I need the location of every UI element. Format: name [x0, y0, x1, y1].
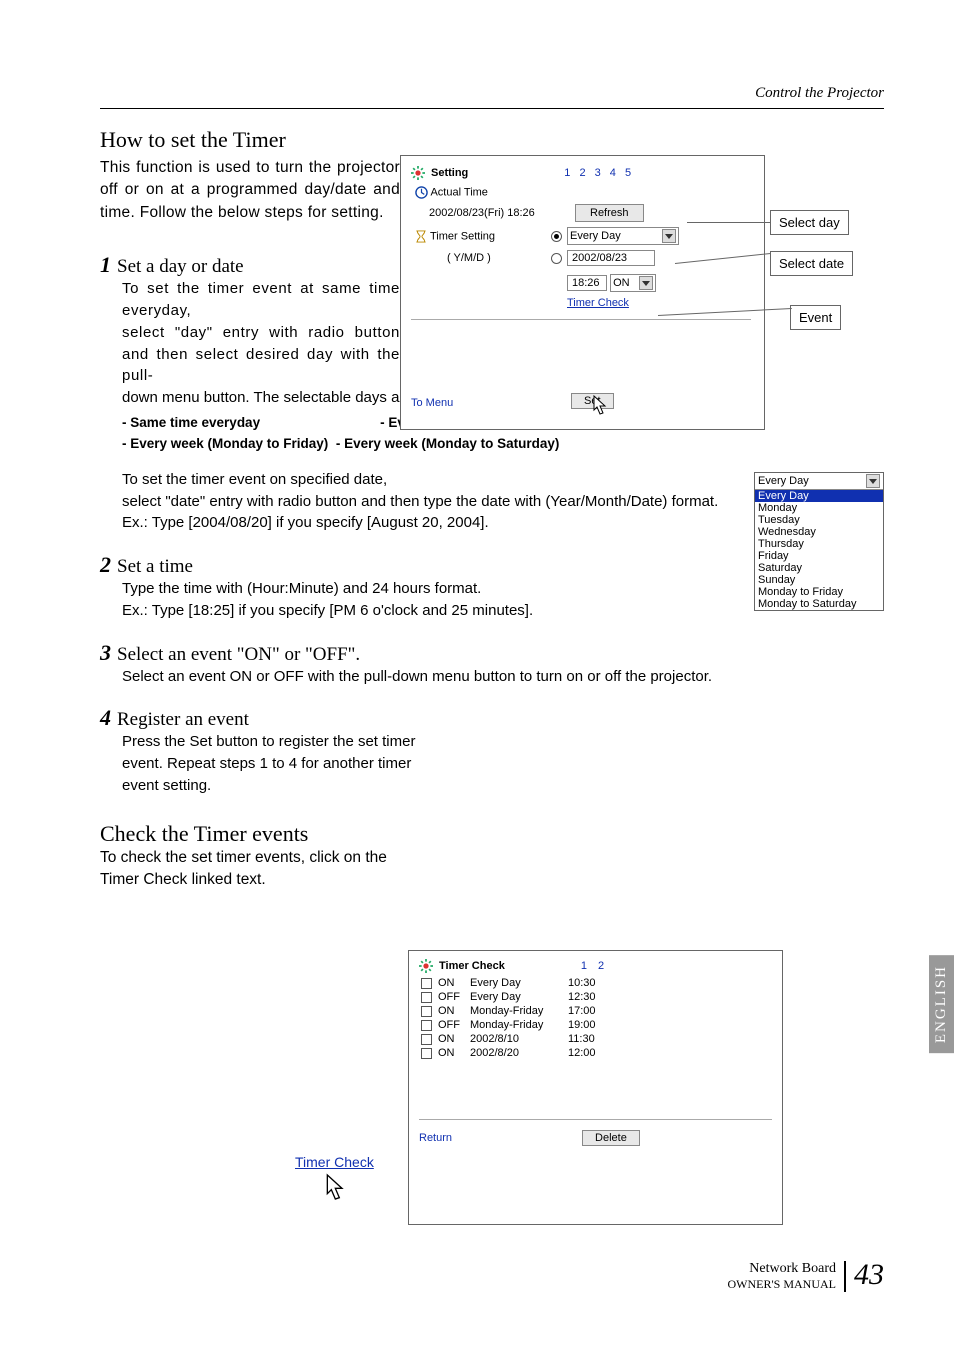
days-opt[interactable]: Thursday: [755, 538, 883, 550]
step-2-number: 2: [100, 552, 111, 577]
row-checkbox[interactable]: [421, 1048, 432, 1059]
callout-select-date: Select date: [770, 251, 853, 276]
chevron-down-icon[interactable]: [639, 276, 653, 290]
step-2-ex: Ex.: Type [18:25] if you specify [PM 6 o…: [122, 602, 533, 619]
callout-event: Event: [790, 305, 841, 330]
figure-days-dropdown: Every Day Every Day Monday Tuesday Wedne…: [754, 472, 884, 611]
timer-check-link-sample[interactable]: Timer Check: [295, 1154, 374, 1170]
actual-time-value: 2002/08/23(Fri) 18:26: [411, 207, 551, 219]
step-1-ex1: Ex.: Type [2004/08/20] if you specify [A…: [122, 514, 489, 531]
step-3-number: 3: [100, 640, 111, 665]
cursor-icon: [587, 394, 611, 425]
timer-setting-label: Timer Setting: [430, 230, 495, 242]
actual-time-label: Actual Time: [430, 186, 487, 198]
event-select[interactable]: ON: [610, 274, 656, 292]
days-opt[interactable]: Monday to Friday: [755, 586, 883, 598]
page-number: 43: [854, 1258, 884, 1292]
days-opt[interactable]: Saturday: [755, 562, 883, 574]
row-checkbox[interactable]: [421, 1034, 432, 1045]
date-input[interactable]: 2002/08/23: [567, 250, 655, 266]
header-section-label: Control the Projector: [100, 85, 884, 109]
days-opt[interactable]: Monday: [755, 502, 883, 514]
time-input[interactable]: 18:26: [567, 275, 607, 291]
hourglass-icon: [415, 230, 427, 243]
table-row: ON2002/8/2012:00: [419, 1047, 772, 1059]
chevron-down-icon[interactable]: [866, 474, 880, 488]
ymd-label: ( Y/M/D ): [411, 252, 551, 264]
step-1-title: Set a day or date: [117, 256, 244, 277]
day-select[interactable]: Every Day: [567, 227, 679, 245]
table-row: OFFMonday-Friday19:00: [419, 1019, 772, 1031]
step-1-number: 1: [100, 252, 111, 277]
step-1-sub1: To set the timer event at same time ever…: [122, 280, 400, 319]
days-opt[interactable]: Wednesday: [755, 526, 883, 538]
row-checkbox[interactable]: [421, 978, 432, 989]
row-checkbox[interactable]: [421, 1020, 432, 1031]
setting-title: Setting: [431, 167, 468, 179]
table-row: ONMonday-Friday17:00: [419, 1005, 772, 1017]
footer-line2: OWNER'S MANUAL: [728, 1277, 837, 1292]
step-3-title: Select an event "ON" or "OFF".: [117, 644, 360, 665]
days-opt[interactable]: Monday to Saturday: [755, 598, 883, 610]
days-dropdown-selected[interactable]: Every Day: [755, 490, 883, 502]
timer-check-link[interactable]: Timer Check: [567, 297, 629, 309]
step-1-sub2: To set the timer event on specified date…: [122, 471, 387, 488]
to-menu-link[interactable]: To Menu: [411, 397, 453, 409]
step-2-body: Type the time with (Hour:Minute) and 24 …: [122, 580, 481, 597]
row-checkbox[interactable]: [421, 992, 432, 1003]
step-2-title: Set a time: [117, 556, 193, 577]
radio-day[interactable]: [551, 231, 562, 242]
figure-timer-check-panel: Timer Check 1 2 ONEvery Day10:30 OFFEver…: [408, 950, 783, 1225]
gear-icon: [411, 166, 425, 180]
footer-line1: Network Board: [728, 1261, 837, 1277]
step-4-body: Press the Set button to register the set…: [122, 731, 417, 796]
clock-icon: [415, 186, 428, 199]
row-checkbox[interactable]: [421, 1006, 432, 1017]
days-dropdown-head[interactable]: Every Day: [755, 473, 883, 490]
cursor-icon: [318, 1197, 350, 1214]
check-events-body: To check the set timer events, click on …: [100, 847, 400, 892]
intro-text: This function is used to turn the projec…: [100, 157, 400, 224]
setting-page-numbers[interactable]: 1 2 3 4 5: [564, 167, 634, 179]
language-tab: ENGLISH: [929, 955, 954, 1053]
timer-check-pages[interactable]: 1 2: [581, 960, 608, 972]
step-1-dash1: - Same time everyday: [122, 415, 260, 430]
step-4-title: Register an event: [117, 709, 249, 730]
step-4-number: 4: [100, 705, 111, 730]
step-3-body: Select an event ON or OFF with the pull-…: [122, 666, 884, 688]
step-1-body2: select "date" entry with radio button an…: [122, 493, 718, 510]
table-row: OFFEvery Day12:30: [419, 991, 772, 1003]
radio-date[interactable]: [551, 253, 562, 264]
delete-button[interactable]: Delete: [582, 1130, 640, 1146]
refresh-button[interactable]: Refresh: [575, 204, 644, 222]
days-opt[interactable]: Tuesday: [755, 514, 883, 526]
timer-check-title: Timer Check: [439, 960, 505, 972]
days-opt[interactable]: Sunday: [755, 574, 883, 586]
gear-icon: [419, 959, 433, 973]
title-how-to-set-timer: How to set the Timer: [100, 127, 884, 153]
days-opt[interactable]: Friday: [755, 550, 883, 562]
figure-setting-panel: Setting 1 2 3 4 5 Actual Time 2002/08/23…: [400, 155, 855, 445]
callout-select-day: Select day: [770, 210, 849, 235]
table-row: ON2002/8/1011:30: [419, 1033, 772, 1045]
step-1-body1a: select "day" entry with radio button and…: [122, 324, 400, 385]
title-check-events: Check the Timer events: [100, 821, 884, 847]
figure-timer-check-cursor: Timer Check: [295, 1154, 374, 1215]
table-row: ONEvery Day10:30: [419, 977, 772, 989]
step-1-dash3: - Every week (Monday to Friday): [122, 436, 328, 451]
chevron-down-icon[interactable]: [662, 229, 676, 243]
footer: Network Board OWNER'S MANUAL 43: [728, 1258, 885, 1292]
return-link[interactable]: Return: [419, 1132, 452, 1144]
